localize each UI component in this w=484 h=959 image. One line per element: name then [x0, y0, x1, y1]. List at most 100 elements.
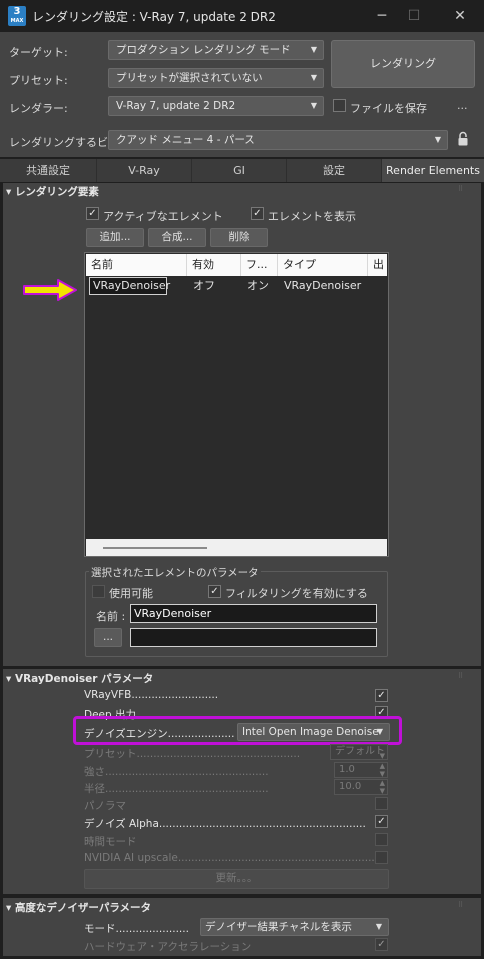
row-type-cell: VRayDenoiser [284, 279, 362, 292]
chevron-down-icon: ▼ [310, 101, 317, 110]
spinner-arrows-icon: ▲ ▼ [379, 779, 385, 795]
advanced-header[interactable]: ▾ 高度なデノイザーパラメータ [6, 899, 151, 917]
column-filter[interactable]: フ... [241, 254, 278, 276]
enable-label: 使用可能 [109, 587, 153, 600]
renderer-dropdown[interactable]: V-Ray 7, update 2 DR2 ▼ [108, 96, 324, 116]
target-label: ターゲット: [9, 46, 68, 59]
collapse-arrow-icon: ▾ [6, 186, 15, 198]
drag-grip-icon[interactable]: ⠿ [458, 673, 464, 680]
mode-value: デノイザー結果チャネルを表示 [205, 921, 352, 933]
vrayvfb-checkbox[interactable]: ✓ [375, 689, 388, 702]
strength-value: 1.0 [339, 764, 355, 775]
strength-label: 強さ......................................… [84, 766, 269, 778]
nvidia-upscale-checkbox[interactable] [375, 851, 388, 864]
preset-value: プリセットが選択されていない [116, 72, 263, 84]
renderer-label: レンダラー: [9, 102, 68, 115]
radius-spinner[interactable]: 10.0 ▲ ▼ [334, 779, 388, 795]
hw-accel-label: ハードウェア・アクセラレーション [84, 941, 252, 953]
column-enabled[interactable]: 有効 [187, 254, 241, 276]
row-enabled-cell: オフ [193, 279, 215, 292]
selected-params-title: 選択されたエレメントのパラメータ [89, 565, 261, 580]
update-button[interactable]: 更新。。。 [84, 869, 389, 889]
preset-param-label: プリセット...................................… [84, 748, 301, 760]
elements-list[interactable]: 名前 有効 フ... タイプ 出 VRayDenoiser オフ オン VRay… [84, 252, 389, 557]
tab-settings[interactable]: 設定 [287, 159, 382, 182]
denoise-alpha-checkbox[interactable]: ✓ [375, 815, 388, 828]
enable-checkbox[interactable] [92, 585, 105, 598]
tab-gi[interactable]: GI [192, 159, 287, 182]
panorama-label: パノラマ [84, 800, 126, 812]
hw-accel-checkbox[interactable]: ✓ [375, 938, 388, 951]
arrow-annotation-icon [23, 279, 77, 301]
preset-param-value: デフォルト [335, 746, 385, 757]
renderer-value: V-Ray 7, update 2 DR2 [116, 100, 236, 112]
chevron-down-icon: ▼ [379, 752, 385, 760]
delete-button[interactable]: 削除 [210, 228, 268, 247]
column-name[interactable]: 名前 [86, 254, 187, 276]
show-elements-checkbox[interactable]: ✓ [251, 207, 264, 220]
preset-dropdown[interactable]: プリセットが選択されていない ▼ [108, 68, 324, 88]
close-button[interactable]: ✕ [440, 4, 480, 28]
tab-common[interactable]: 共通設定 [0, 159, 97, 182]
add-element-button[interactable]: 追加... [86, 228, 144, 247]
column-output[interactable]: 出 [368, 254, 387, 276]
list-header: 名前 有効 フ... タイプ 出 [86, 254, 387, 276]
scrollbar-thumb[interactable] [103, 547, 207, 549]
denoiser-title: VRayDenoiser パラメータ [14, 673, 154, 685]
browse-button[interactable]: ... [94, 628, 122, 647]
collapse-arrow-icon: ▾ [6, 902, 15, 914]
window-title: レンダリング設定 : V-Ray 7, update 2 DR2 [32, 10, 276, 24]
denoise-engine-dropdown[interactable]: Intel Open Image Denoise ▼ [237, 723, 390, 741]
chevron-down-icon: ▼ [310, 45, 317, 54]
tab-vray[interactable]: V-Ray [97, 159, 192, 182]
app-icon: 3 MAX [8, 6, 26, 26]
radius-label: 半径......................................… [84, 783, 269, 795]
drag-grip-icon[interactable]: ⠿ [458, 186, 464, 193]
chevron-down-icon: ▼ [310, 73, 317, 82]
spinner-arrows-icon: ▲ ▼ [379, 762, 385, 778]
lock-icon[interactable] [457, 131, 469, 147]
more-button[interactable]: ... [457, 99, 468, 112]
name-label: 名前 : [96, 610, 126, 623]
maximize-button[interactable]: ☐ [394, 4, 434, 28]
denoise-alpha-label: デノイズ Alpha..............................… [84, 818, 366, 830]
mode-dropdown[interactable]: デノイザー結果チャネルを表示 ▼ [200, 918, 389, 936]
active-elements-checkbox[interactable]: ✓ [86, 207, 99, 220]
tab-bar: 共通設定 V-Ray GI 設定 Render Elements [0, 159, 484, 182]
show-elements-label: エレメントを表示 [268, 210, 356, 223]
denoiser-header[interactable]: ▾ VRayDenoiser パラメータ [6, 670, 153, 688]
advanced-title: 高度なデノイザーパラメータ [14, 902, 152, 914]
denoise-engine-value: Intel Open Image Denoise [242, 726, 379, 738]
tab-render-elements[interactable]: Render Elements [382, 159, 484, 182]
row-filter-cell: オン [247, 279, 269, 292]
drag-grip-icon[interactable]: ⠿ [458, 902, 464, 909]
time-mode-label: 時間モード [84, 836, 137, 848]
denoise-engine-label: デノイズエンジン......................... [84, 728, 234, 740]
column-type[interactable]: タイプ [278, 254, 368, 276]
save-file-checkbox[interactable] [333, 99, 346, 112]
render-elements-title: レンダリング要素 [14, 186, 99, 198]
output-path-field[interactable] [130, 628, 377, 647]
preset-param-dropdown[interactable]: デフォルト ▼ [330, 744, 388, 760]
radius-value: 10.0 [339, 781, 362, 792]
horizontal-scrollbar[interactable] [86, 539, 387, 556]
chevron-down-icon: ▼ [434, 135, 441, 144]
strength-spinner[interactable]: 1.0 ▲ ▼ [334, 762, 388, 778]
name-field[interactable]: VRayDenoiser [130, 604, 377, 623]
active-elements-label: アクティブなエレメント [103, 210, 223, 223]
merge-button[interactable]: 合成... [148, 228, 206, 247]
title-bar: 3 MAX レンダリング設定 : V-Ray 7, update 2 DR2 ─ … [0, 0, 484, 32]
panorama-checkbox[interactable] [375, 797, 388, 810]
target-dropdown[interactable]: プロダクション レンダリング モード ▼ [108, 40, 324, 60]
view-value: クアッド メニュー 4 - パース [116, 134, 255, 146]
render-button[interactable]: レンダリング [331, 40, 475, 88]
target-value: プロダクション レンダリング モード [116, 44, 291, 56]
row-name-cell[interactable]: VRayDenoiser [89, 277, 170, 295]
vrayvfb-label: VRayVFB.......................... [84, 689, 219, 701]
table-row[interactable]: VRayDenoiser オフ オン VRayDenoiser [86, 277, 387, 295]
time-mode-checkbox[interactable] [375, 833, 388, 846]
filtering-checkbox[interactable]: ✓ [208, 585, 221, 598]
view-dropdown[interactable]: クアッド メニュー 4 - パース ▼ [108, 130, 448, 150]
render-elements-header[interactable]: ▾ レンダリング要素 [6, 183, 99, 201]
chevron-down-icon: ▼ [376, 727, 383, 736]
